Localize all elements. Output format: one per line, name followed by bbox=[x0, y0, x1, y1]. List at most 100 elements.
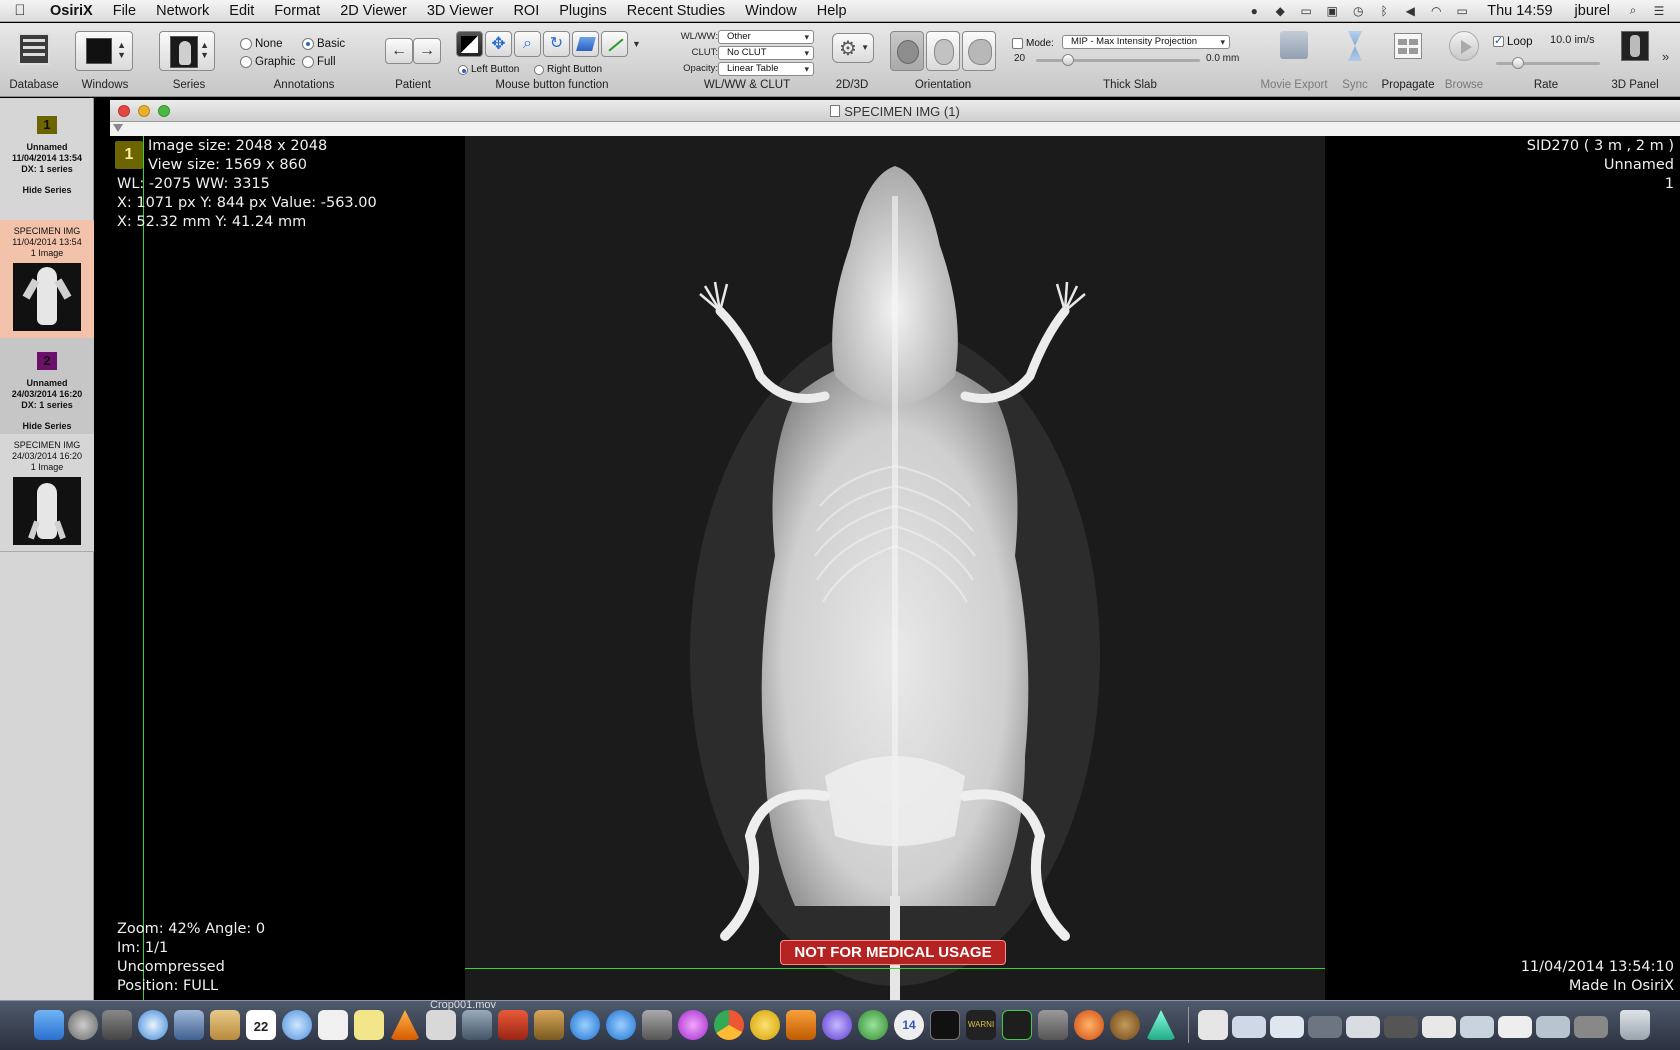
menu-file[interactable]: File bbox=[103, 3, 146, 19]
movie-export-tool[interactable]: Movie Export bbox=[1256, 23, 1332, 97]
menu-2d-viewer[interactable]: 2D Viewer bbox=[330, 3, 417, 19]
minimized-window-9[interactable] bbox=[1536, 1016, 1570, 1038]
contacts-icon[interactable] bbox=[210, 1010, 240, 1040]
sagittal-orientation-button[interactable] bbox=[962, 31, 996, 71]
image-viewport[interactable]: 1 Image size: 2048 x 2048 View size: 156… bbox=[110, 136, 1680, 1000]
hide-series-button[interactable]: Hide Series bbox=[0, 421, 94, 432]
matlab-icon[interactable] bbox=[390, 1010, 420, 1040]
status-battery-meter-icon[interactable]: ▭ bbox=[1293, 3, 1319, 19]
menu-clock[interactable]: Thu 14:59 bbox=[1475, 3, 1564, 19]
series-entry[interactable]: SPECIMEN IMG 24/03/2014 16:20 1 Image bbox=[0, 434, 94, 552]
tool-menu-arrow-icon[interactable]: ▼ bbox=[632, 39, 641, 49]
window-titlebar[interactable]: SPECIMEN IMG (1) bbox=[110, 100, 1680, 122]
wifi-icon[interactable]: ◠ bbox=[1423, 3, 1449, 19]
minimized-window-5[interactable] bbox=[1384, 1016, 1418, 1038]
status-dropbox-icon[interactable]: ▣ bbox=[1319, 3, 1345, 19]
spotlight-search-icon[interactable]: ⌕ bbox=[1620, 3, 1646, 19]
radio-graphic[interactable] bbox=[240, 55, 252, 68]
notification-center-icon[interactable]: ☰ bbox=[1646, 3, 1672, 19]
next-patient-button[interactable]: → bbox=[413, 38, 441, 64]
chrome-icon[interactable] bbox=[714, 1010, 744, 1040]
series-thumbnail[interactable] bbox=[13, 263, 81, 331]
minimized-window-4[interactable] bbox=[1346, 1016, 1380, 1038]
3d-panel-tool[interactable]: 3D Panel bbox=[1604, 23, 1666, 97]
minimized-window-6[interactable] bbox=[1422, 1016, 1456, 1038]
right-button-option[interactable]: Right Button bbox=[534, 61, 602, 79]
itunes-icon[interactable] bbox=[570, 1010, 600, 1040]
series-entry-selected[interactable]: SPECIMEN IMG 11/04/2014 13:54 1 Image bbox=[0, 220, 94, 338]
radio-left-button[interactable] bbox=[458, 64, 468, 75]
2d3d-popup-button[interactable]: ⚙ ▼ bbox=[832, 33, 874, 63]
messages-icon[interactable] bbox=[282, 1010, 312, 1040]
database-tool[interactable]: Database bbox=[6, 23, 62, 97]
triangle-app-icon[interactable] bbox=[1146, 1010, 1176, 1040]
quicktime-icon[interactable] bbox=[462, 1010, 492, 1040]
study-entry-2[interactable]: 2 Unnamed 24/03/2014 16:20 DX: 1 series … bbox=[0, 338, 94, 434]
xray-image[interactable] bbox=[465, 136, 1325, 1000]
sync-tool[interactable]: Sync bbox=[1336, 23, 1374, 97]
terminal-icon[interactable] bbox=[930, 1010, 960, 1040]
status-evernote-icon[interactable]: ◆ bbox=[1267, 3, 1293, 19]
opacity-popup[interactable]: Linear Table bbox=[718, 62, 814, 76]
minimized-window-2[interactable] bbox=[1270, 1016, 1304, 1038]
move-tool-button[interactable]: ✥ bbox=[485, 31, 512, 57]
battery-icon[interactable]: ▭ bbox=[1449, 3, 1475, 19]
slab-mode-popup[interactable]: MIP - Max Intensity Projection bbox=[1062, 35, 1230, 49]
system-preferences-icon[interactable] bbox=[642, 1010, 672, 1040]
console-icon[interactable]: WARNI bbox=[966, 1010, 996, 1040]
radio-none[interactable] bbox=[240, 37, 252, 50]
osirix-icon[interactable] bbox=[750, 1010, 780, 1040]
acorn-icon[interactable] bbox=[1110, 1010, 1140, 1040]
apple-menu-icon[interactable]:  bbox=[0, 2, 40, 19]
scroller-marker-icon[interactable] bbox=[113, 124, 123, 132]
menu-recent-studies[interactable]: Recent Studies bbox=[617, 3, 735, 19]
slab-slider-track[interactable] bbox=[1036, 59, 1200, 62]
menu-plugins[interactable]: Plugins bbox=[549, 3, 617, 19]
slab-slider-knob[interactable] bbox=[1062, 54, 1074, 66]
zoom-tool-button[interactable]: ⌕ bbox=[514, 31, 541, 57]
activity-monitor-icon[interactable] bbox=[1002, 1010, 1032, 1040]
annotation-option-full[interactable]: Full bbox=[302, 53, 336, 71]
menu-roi[interactable]: ROI bbox=[503, 3, 549, 19]
minimized-window-10[interactable] bbox=[1574, 1016, 1608, 1038]
minimized-window-7[interactable] bbox=[1460, 1016, 1494, 1038]
clock-app-icon[interactable]: 14 bbox=[894, 1010, 924, 1040]
mode-checkbox[interactable] bbox=[1012, 38, 1023, 50]
radio-full[interactable] bbox=[302, 55, 314, 68]
time-machine-icon[interactable]: ◷ bbox=[1345, 3, 1371, 19]
image-capture-icon[interactable] bbox=[426, 1010, 456, 1040]
menu-help[interactable]: Help bbox=[807, 3, 857, 19]
windows-popup-button[interactable]: ▲ ▼ bbox=[75, 31, 133, 71]
minimized-window-8[interactable] bbox=[1498, 1016, 1532, 1038]
menu-network[interactable]: Network bbox=[146, 3, 219, 19]
calendar-icon[interactable]: 22 bbox=[246, 1010, 276, 1040]
clut-popup[interactable]: No CLUT bbox=[718, 46, 814, 60]
annotation-option-none[interactable]: None bbox=[240, 35, 283, 53]
android-icon[interactable] bbox=[858, 1010, 888, 1040]
propagate-tool[interactable]: Propagate bbox=[1378, 23, 1438, 97]
finder-icon[interactable] bbox=[34, 1010, 64, 1040]
flower-app-icon[interactable] bbox=[678, 1010, 708, 1040]
series-popup-button[interactable]: ▲ ▼ bbox=[159, 31, 215, 71]
browse-tool[interactable]: Browse bbox=[1442, 23, 1486, 97]
launchpad-icon[interactable] bbox=[68, 1010, 98, 1040]
scroll-tool-button[interactable] bbox=[572, 31, 599, 57]
loop-checkbox[interactable] bbox=[1493, 34, 1504, 48]
coronal-orientation-button[interactable] bbox=[926, 31, 960, 71]
status-owl-icon[interactable]: ● bbox=[1241, 3, 1267, 19]
bluetooth-icon[interactable]: ᛒ bbox=[1371, 3, 1397, 19]
windows-tool[interactable]: ▲ ▼ Windows bbox=[72, 23, 138, 97]
loop-checkbox-row[interactable]: Loop bbox=[1493, 33, 1533, 51]
menu-format[interactable]: Format bbox=[264, 3, 330, 19]
menu-window[interactable]: Window bbox=[735, 3, 807, 19]
toolbar-overflow-icon[interactable]: » bbox=[1662, 49, 1669, 64]
rate-slider-knob[interactable] bbox=[1512, 57, 1524, 69]
axial-orientation-button[interactable] bbox=[890, 31, 924, 71]
previous-patient-button[interactable]: ← bbox=[385, 38, 413, 64]
menu-3d-viewer[interactable]: 3D Viewer bbox=[417, 3, 504, 19]
hide-series-button[interactable]: Hide Series bbox=[0, 185, 94, 196]
preview-icon[interactable] bbox=[174, 1010, 204, 1040]
menu-edit[interactable]: Edit bbox=[219, 3, 264, 19]
mode-checkbox-row[interactable]: Mode: bbox=[1012, 35, 1054, 53]
measure-tool-button[interactable] bbox=[601, 31, 628, 57]
